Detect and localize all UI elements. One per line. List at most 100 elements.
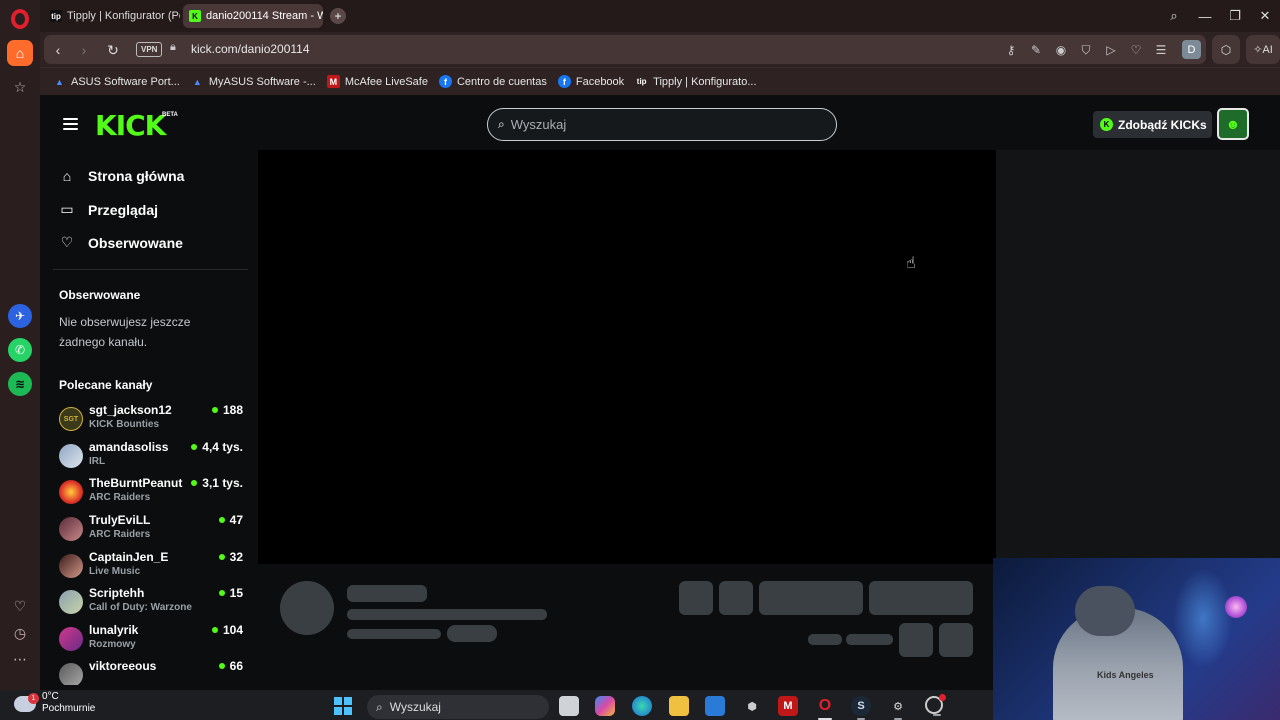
kick-icon: K — [189, 10, 201, 22]
channel-avatar — [59, 444, 83, 468]
channel-category: Live Music — [89, 566, 141, 577]
messenger-icon[interactable]: ✈ — [8, 304, 32, 328]
forward-icon[interactable]: › — [74, 40, 94, 60]
channel-item[interactable]: viktoreeous 66 — [59, 659, 243, 685]
ai-button[interactable]: ✧ AI — [1246, 35, 1280, 64]
skeleton-line — [347, 585, 427, 602]
following-empty-text: Nie obserwujesz jeszcze żadnego kanału. — [59, 315, 191, 349]
opera-icon[interactable]: O — [815, 696, 835, 720]
channel-category: IRL — [89, 456, 106, 467]
bookmark-facebook[interactable]: f Facebook — [557, 75, 625, 88]
address-bar[interactable]: ‹ › ↻ VPN 🔒︎ kick.com/danio200114 ⚷ ✎ ◉ … — [44, 35, 1206, 64]
minimize-button[interactable]: — — [1195, 6, 1215, 26]
channel-item[interactable]: TrulyEviLL ARC Raiders 47 — [59, 513, 243, 547]
bookmark-tipply[interactable]: tip Tipply | Konfigurato... — [635, 75, 757, 88]
home-icon: ⌂ — [62, 168, 72, 184]
video-player[interactable] — [258, 150, 996, 564]
history-icon[interactable]: ◷ — [7, 620, 33, 646]
asus-icon: ▲ — [55, 76, 64, 87]
store-icon[interactable] — [705, 696, 725, 716]
extensions-icon[interactable]: ⬡ — [1212, 35, 1240, 64]
viewer-count: 47 — [218, 513, 243, 527]
get-kicks-button[interactable]: K Zdobądź KICKs — [1093, 111, 1212, 138]
key-icon[interactable]: ⚷ — [1002, 41, 1020, 59]
new-tab-button[interactable]: + — [330, 8, 346, 24]
viewer-count-value: 3,1 tys. — [202, 476, 243, 490]
channel-item[interactable]: SGT sgt_jackson12 KICK Bounties 188 — [59, 403, 243, 437]
channel-item[interactable]: lunalyrik Rozmowy 104 — [59, 623, 243, 657]
play-icon[interactable]: ▷ — [1102, 41, 1120, 59]
file-explorer-icon[interactable] — [669, 696, 689, 716]
kick-logo[interactable]: KICK — [95, 109, 166, 142]
tab-kick-stream[interactable]: K danio200114 Stream - Wa — [183, 4, 323, 28]
star-icon[interactable]: ☆ — [7, 74, 33, 100]
heart-icon[interactable]: ♡ — [1127, 41, 1145, 59]
tab-label: danio200114 Stream - Wa — [206, 10, 323, 22]
taskbar-search-input[interactable]: ⌕ Wyszukaj — [367, 695, 549, 719]
bookmark-centro-cuentas[interactable]: f Centro de cuentas — [438, 75, 547, 88]
bookmark-mcafee[interactable]: M McAfee LiveSafe — [326, 75, 428, 88]
restore-button[interactable]: ❐ — [1225, 6, 1245, 26]
channel-avatar — [59, 590, 83, 614]
ai-icon: ✧ — [1253, 44, 1263, 56]
webcam-overlay: Kids Angeles — [993, 558, 1280, 720]
reload-icon[interactable]: ↻ — [103, 40, 123, 60]
viewer-count-value: 188 — [222, 403, 243, 417]
close-button[interactable]: ✕ — [1255, 6, 1275, 26]
channel-avatar — [59, 627, 83, 651]
windows-start-icon[interactable] — [334, 697, 352, 715]
back-icon[interactable]: ‹ — [48, 40, 68, 60]
nav-browse[interactable]: ▭ Przeglądaj — [59, 201, 158, 218]
hamburger-menu-icon[interactable] — [63, 118, 78, 130]
edit-icon[interactable]: ✎ — [1027, 41, 1045, 59]
following-heading: Obserwowane — [59, 288, 141, 302]
shield-icon[interactable]: ⛉ — [1077, 41, 1095, 59]
whatsapp-icon[interactable]: ✆ — [8, 338, 32, 362]
channel-item[interactable]: amandasoliss IRL 4,4 tys. — [59, 440, 243, 474]
steam-icon[interactable]: S — [851, 696, 871, 720]
edge-icon[interactable] — [632, 696, 652, 716]
bookmark-myasus[interactable]: ▲ MyASUS Software -... — [191, 75, 316, 88]
nav-following[interactable]: ♡ Obserwowane — [59, 234, 183, 251]
search-tabs-icon[interactable]: ⌕ — [1164, 6, 1184, 26]
url-text[interactable]: kick.com/danio200114 — [191, 42, 310, 56]
lock-icon[interactable]: 🔒︎ — [170, 41, 176, 54]
vpn-badge[interactable]: VPN — [136, 42, 163, 57]
channel-item[interactable]: TheBurntPeanut ARC Raiders 3,1 tys. — [59, 476, 243, 510]
more-icon[interactable]: ⋯ — [7, 646, 33, 672]
viewer-count: 32 — [218, 550, 243, 564]
weather-description[interactable]: Pochmurnie — [42, 703, 95, 714]
viewer-count-value: 104 — [222, 623, 243, 637]
viewer-count: 188 — [211, 403, 243, 417]
bookmark-label: Facebook — [575, 75, 625, 88]
channel-item[interactable]: CaptainJen_E Live Music 32 — [59, 550, 243, 584]
profile-avatar[interactable]: D — [1182, 40, 1201, 59]
mcafee-icon[interactable]: M — [778, 696, 798, 716]
bookmark-asus-portal[interactable]: ▲ ASUS Software Port... — [53, 75, 180, 88]
search-placeholder: Wyszukaj — [510, 117, 567, 132]
spotify-icon[interactable]: ≋ — [8, 372, 32, 396]
menu-icon[interactable]: ☰ — [1152, 41, 1170, 59]
weather-temperature[interactable]: 0°C — [42, 691, 59, 702]
heart-icon: ♡ — [60, 234, 74, 250]
copilot-icon[interactable] — [595, 696, 615, 716]
channel-item[interactable]: Scriptehh Call of Duty: Warzone 15 — [59, 586, 243, 620]
heart-icon[interactable]: ♡ — [7, 593, 33, 619]
search-input[interactable]: ⌕ Wyszukaj — [487, 108, 837, 141]
camera-icon[interactable]: ◉ — [1052, 41, 1070, 59]
user-avatar[interactable]: ☻ — [1217, 108, 1249, 140]
home-icon[interactable]: ⌂ — [7, 40, 33, 66]
app-icon[interactable]: ⬢ — [742, 696, 762, 716]
skeleton-button — [939, 623, 973, 657]
live-dot — [191, 444, 198, 450]
opera-sidebar: ⌂ ☆ ✈ ✆ ≋ ♡ ◷ ⋯ — [0, 0, 40, 690]
tab-tipply[interactable]: tip Tipply | Konfigurator (Pow — [44, 4, 180, 28]
live-dot — [218, 554, 225, 560]
opera-logo-icon[interactable] — [11, 9, 29, 29]
viewer-count: 104 — [211, 623, 243, 637]
beta-label: BETA — [162, 112, 178, 118]
settings-icon[interactable]: ⚙ — [888, 696, 908, 720]
nav-home[interactable]: ⌂ Strona główna — [59, 168, 185, 184]
task-view-icon[interactable] — [559, 696, 579, 716]
viewer-count-value: 47 — [229, 513, 243, 527]
